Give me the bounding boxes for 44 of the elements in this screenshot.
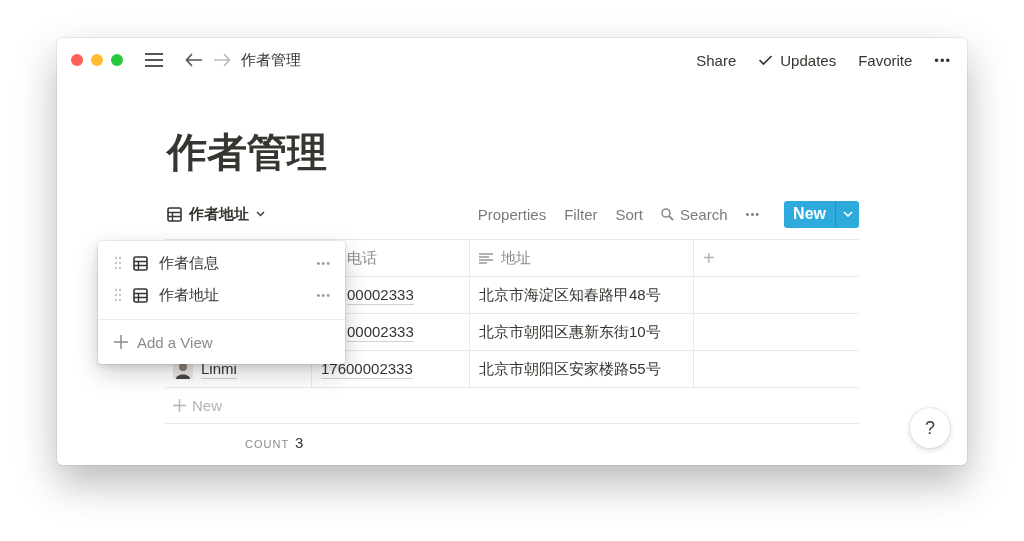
drag-handle-icon[interactable]	[114, 256, 122, 270]
more-button[interactable]: •••	[934, 52, 951, 68]
search-icon	[661, 207, 674, 221]
chevron-down-icon	[842, 211, 853, 217]
drag-handle-icon[interactable]	[114, 288, 122, 302]
topbar-button[interactable]: Favorite	[858, 51, 913, 69]
check-icon	[758, 54, 774, 66]
close-icon[interactable]	[71, 54, 83, 66]
address-cell: 北京市朝阳区惠新东街10号	[479, 322, 661, 342]
help-button[interactable]: ?	[910, 408, 950, 448]
plus-icon	[114, 335, 128, 349]
text-lines-icon	[479, 252, 493, 264]
toolbar-button[interactable]: Properties	[477, 205, 547, 223]
maximize-icon[interactable]	[111, 54, 123, 66]
table-icon	[167, 206, 182, 222]
table-icon	[133, 287, 148, 303]
more-button[interactable]: •••	[316, 257, 331, 269]
updates-button[interactable]: Updates	[758, 51, 837, 69]
minimize-icon[interactable]	[91, 54, 103, 66]
page-title: 作者管理	[167, 129, 328, 176]
more-button[interactable]: •••	[745, 208, 761, 220]
breadcrumb[interactable]: 作者管理	[241, 50, 301, 70]
menu-icon[interactable]	[145, 53, 163, 67]
search-button[interactable]: Search	[661, 205, 728, 223]
table-icon	[133, 255, 148, 271]
view-menu-item[interactable]: 作者地址	[159, 285, 306, 305]
back-arrow-icon[interactable]	[185, 53, 203, 67]
column-header[interactable]: 电话	[347, 248, 377, 268]
chevron-down-icon	[256, 211, 265, 217]
column-header[interactable]: 地址	[501, 248, 531, 268]
count-value: 3	[295, 434, 304, 451]
phone-cell: 00002333	[347, 285, 414, 305]
phone-cell: 00002333	[347, 322, 414, 342]
forward-arrow-icon[interactable]	[213, 53, 231, 67]
toolbar-button[interactable]: Filter	[564, 205, 598, 223]
address-cell: 北京市朝阳区安家楼路55号	[479, 359, 661, 379]
address-cell: 北京市海淀区知春路甲48号	[479, 285, 661, 305]
plus-icon	[173, 399, 186, 412]
count-label: COUNT	[245, 438, 290, 450]
toolbar-button[interactable]: Sort	[615, 205, 643, 223]
view-selector[interactable]: 作者地址	[167, 204, 265, 224]
more-button[interactable]: •••	[316, 289, 331, 301]
topbar-button[interactable]: Share	[696, 51, 737, 69]
view-menu-item[interactable]: 作者信息	[159, 253, 306, 273]
